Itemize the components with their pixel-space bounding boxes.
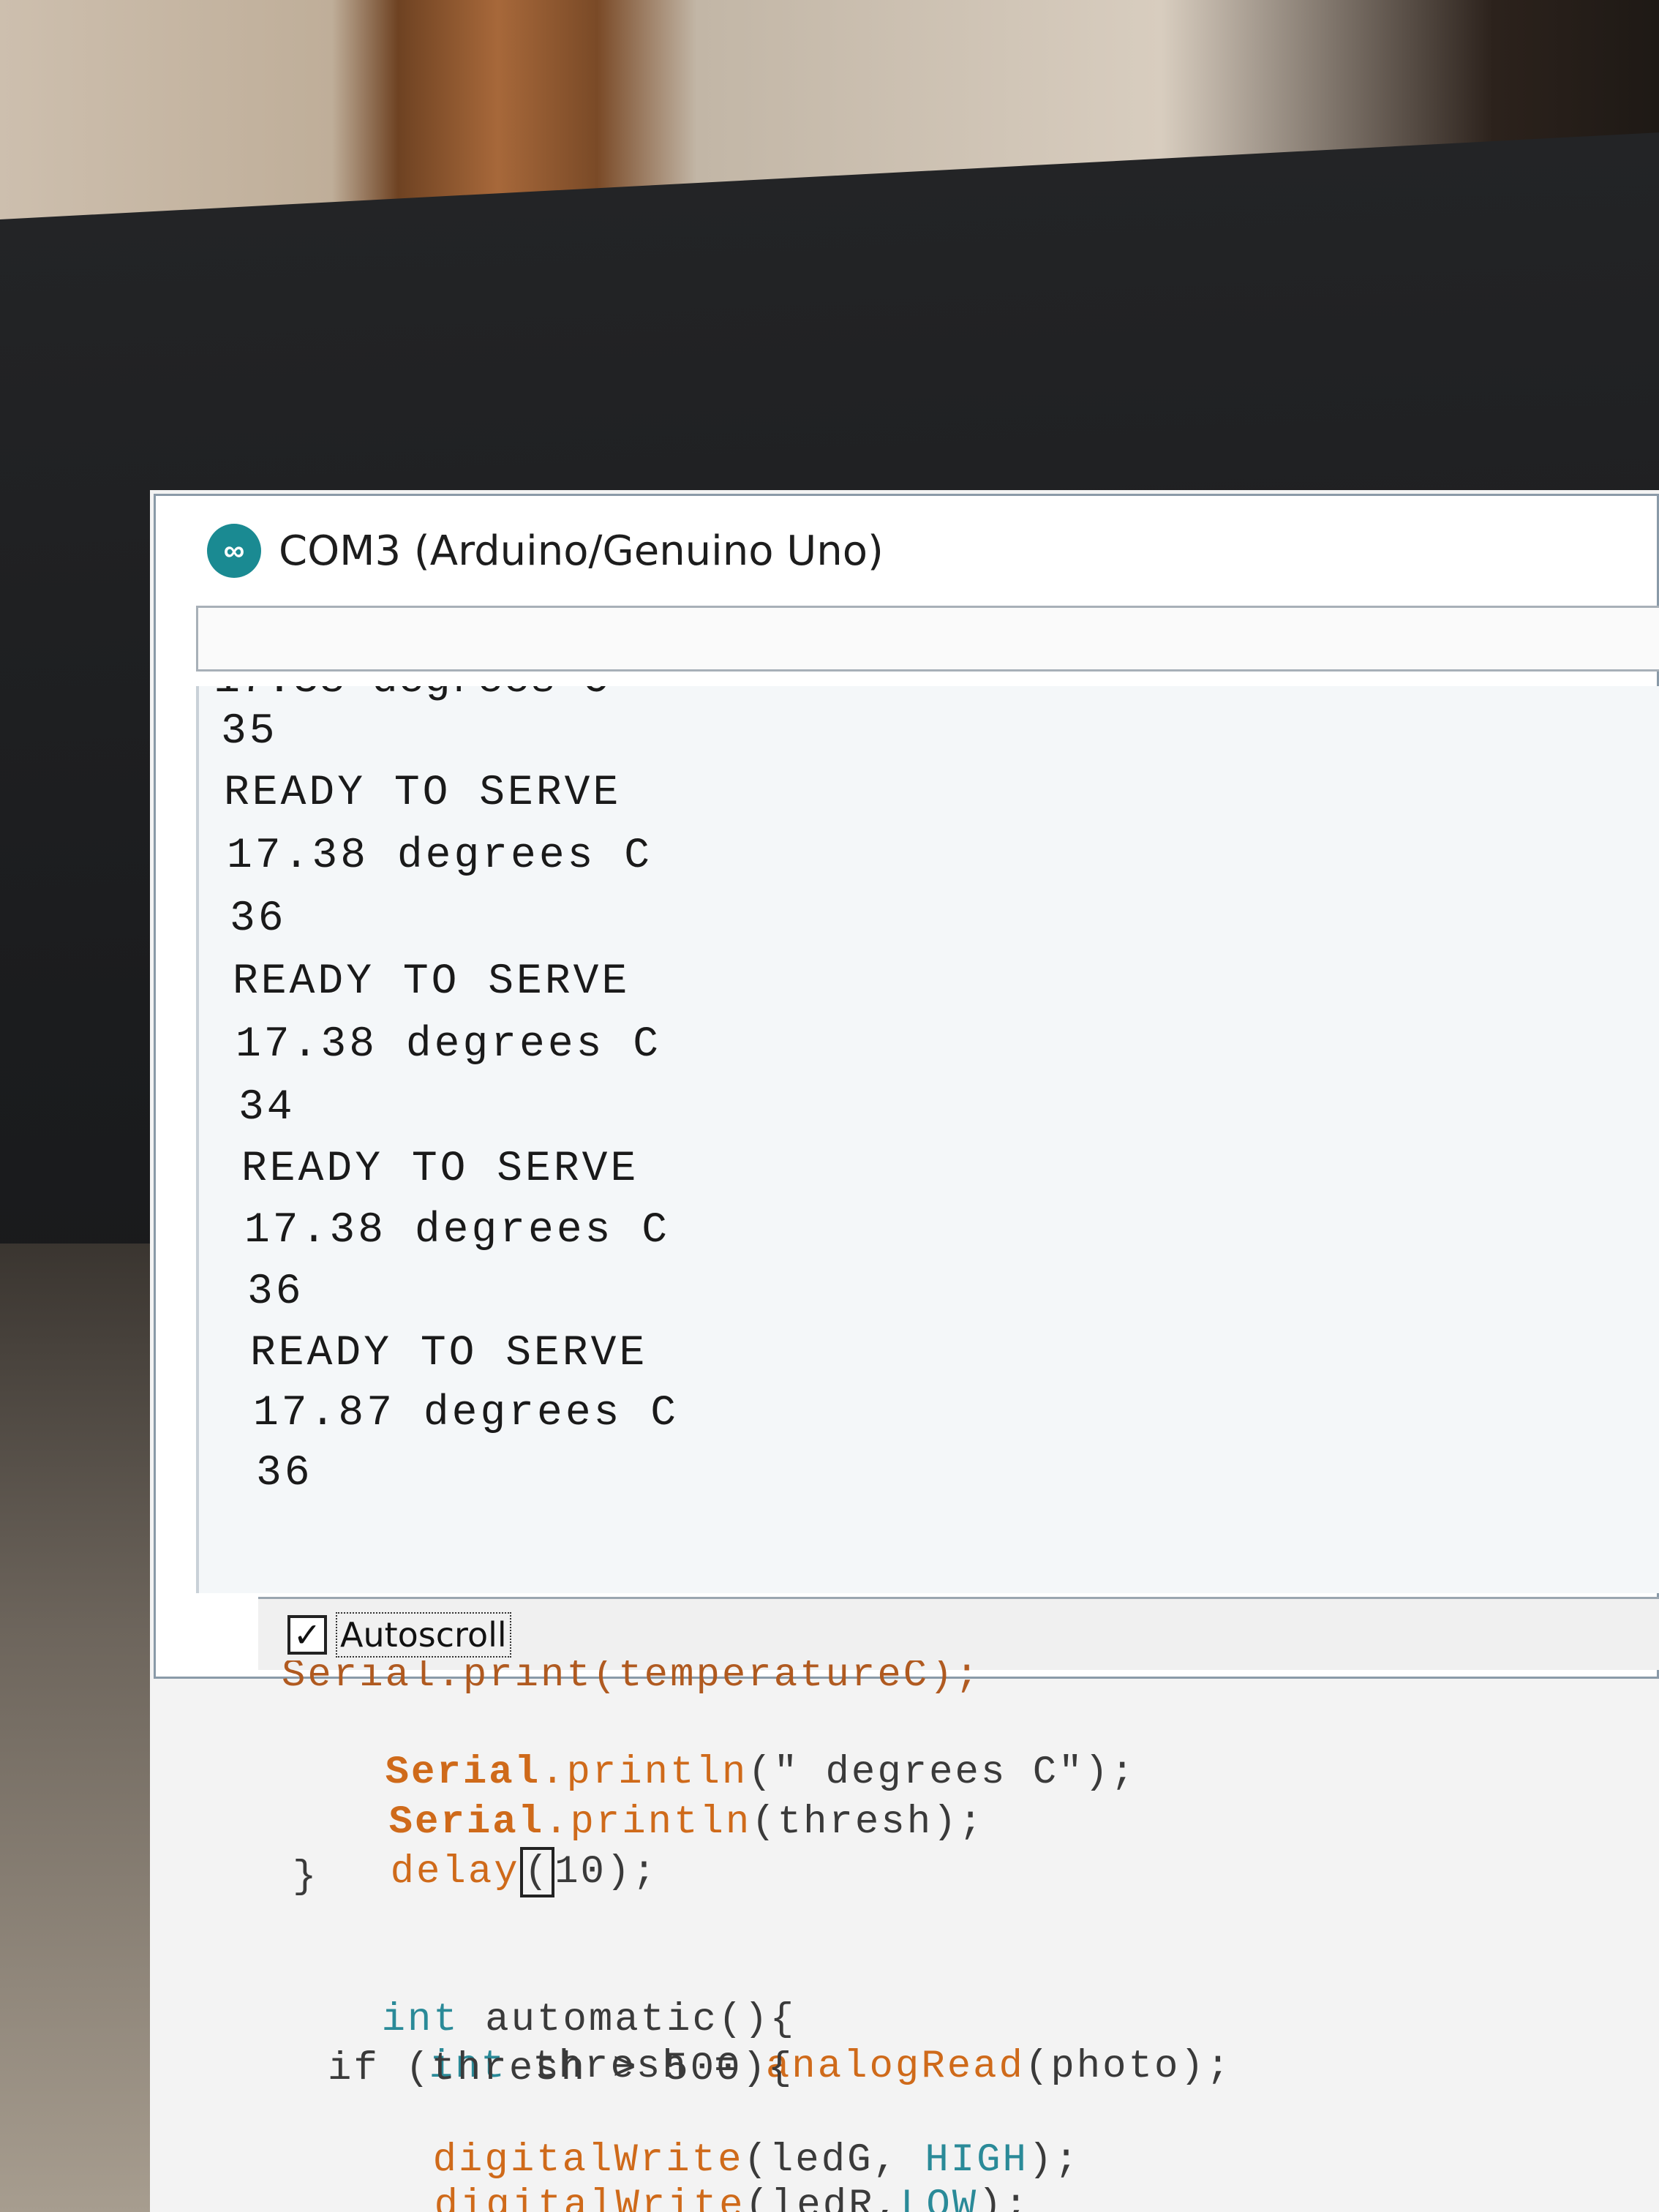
code-line: } [293, 1855, 319, 1900]
serial-monitor-window: ∞ COM3 (Arduino/Genuino Uno) 17.38 degre… [154, 494, 1659, 1679]
code-line: if (thresh > 500){ [328, 2047, 794, 2091]
code-token: (photo); [1024, 2044, 1233, 2089]
serial-output-line: 17.38 degrees C [227, 832, 653, 880]
text-cursor: ( [519, 1847, 555, 1897]
code-token: (ledR, [745, 2183, 900, 2212]
serial-output-line: 17.38 degrees C [236, 1021, 662, 1069]
serial-output-line: READY TO SERVE [233, 958, 631, 1006]
code-token: ); [1028, 2138, 1080, 2183]
serial-output-line: 17.87 degrees C [253, 1390, 680, 1437]
code-editor[interactable]: Serial.print(temperatureC); Serial.print… [219, 1660, 1653, 2212]
serial-output-line: READY TO SERVE [224, 770, 622, 817]
autoscroll-label[interactable]: Autoscroll [336, 1611, 511, 1658]
code-token: digitalWrite [434, 2183, 745, 2212]
code-line: delay(10); [287, 1805, 658, 1939]
code-token: ); [978, 2183, 1030, 2212]
autoscroll-checkbox[interactable]: ✓ [287, 1614, 327, 1655]
serial-output-area[interactable]: 17.38 degrees C 35 READY TO SERVE 17.38 … [196, 686, 1659, 1593]
code-token: 10); [554, 1850, 658, 1895]
serial-output-line: 34 [238, 1084, 296, 1132]
serial-output-line: 36 [256, 1450, 313, 1497]
code-token: (thresh); [751, 1800, 985, 1845]
serial-output-line: 36 [247, 1268, 304, 1316]
serial-output-line: READY TO SERVE [241, 1146, 639, 1193]
background-desk [0, 1244, 168, 2212]
title-bar[interactable]: ∞ COM3 (Arduino/Genuino Uno) [156, 496, 1657, 606]
serial-monitor-bottom-bar: ✓ Autoscroll [258, 1597, 1659, 1670]
code-line: digitalWrite(ledR,LOW); [331, 2139, 1030, 2212]
serial-output-line: READY TO SERVE [250, 1330, 648, 1377]
serial-output-line: 35 [221, 708, 278, 756]
code-token: LOW [900, 2183, 979, 2212]
arduino-infinity-icon: ∞ [207, 524, 261, 578]
serial-output-line: 36 [230, 895, 287, 943]
serial-send-input[interactable] [196, 606, 1659, 672]
window-title: COM3 (Arduino/Genuino Uno) [279, 527, 884, 575]
code-token: delay [390, 1850, 520, 1895]
code-token: analogRead [765, 2044, 1025, 2089]
serial-output-line-partial: 17.38 degrees C [214, 686, 609, 705]
serial-output-line: 17.38 degrees C [244, 1207, 671, 1254]
code-line-partial: Serial.print(temperatureC); [282, 1660, 981, 1698]
